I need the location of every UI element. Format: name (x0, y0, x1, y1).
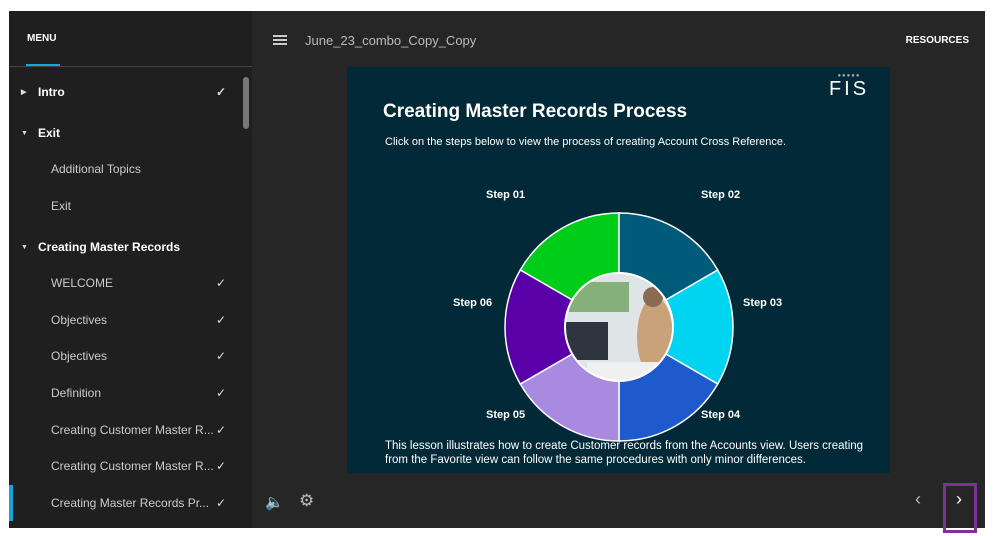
sidebar-item[interactable]: Creating Customer Master R... ✓ (9, 448, 241, 484)
sidebar-item[interactable]: Definition ✓ (9, 375, 241, 411)
sidebar-item-label: Objectives (51, 349, 108, 363)
sidebar-item[interactable]: Exit (9, 188, 241, 224)
sidebar-item-label: WELCOME (51, 276, 114, 290)
sidebar-item-label: Objectives (51, 313, 108, 327)
step-3-label[interactable]: Step 03 (743, 297, 782, 309)
check-icon: ✓ (216, 459, 227, 473)
sidebar-item[interactable]: Creating Customer Master R... ✓ (9, 412, 241, 448)
sidebar-section[interactable]: ▼ Exit (9, 115, 241, 151)
slide-content: ●●●●● FIS Creating Master Records Proces… (347, 67, 890, 473)
caret-right-icon: ▶ (21, 89, 27, 96)
sidebar-item-label: Creating Master Records Pr... (51, 496, 210, 510)
sidebar-item[interactable]: Objectives ✓ (9, 338, 241, 374)
sidebar-item-label: Exit (51, 199, 72, 213)
check-icon: ✓ (216, 423, 227, 437)
sidebar-scrollbar[interactable] (243, 77, 249, 129)
sidebar-item-label: Creating Customer Master R... (51, 459, 214, 473)
step-5-label[interactable]: Step 05 (486, 409, 525, 421)
check-icon: ✓ (216, 496, 227, 510)
sidebar-item[interactable]: WELCOME ✓ (9, 265, 241, 301)
next-button[interactable]: › (956, 489, 962, 510)
sidebar-menu: MENU ▶ Intro ✓ ▼ Exit Additional Topics Exit ▼ C… (9, 11, 252, 528)
course-player: MENU ▶ Intro ✓ ▼ Exit Additional Topics Exit ▼ C… (9, 11, 985, 533)
step-1-label[interactable]: Step 01 (486, 189, 525, 201)
hamburger-menu-icon[interactable] (273, 35, 287, 45)
sidebar-item-label: Additional Topics (51, 162, 141, 176)
step-4-label[interactable]: Step 04 (701, 409, 740, 421)
check-icon: ✓ (216, 313, 227, 327)
course-title: June_23_combo_Copy_Copy (305, 33, 477, 48)
step-2-label[interactable]: Step 02 (701, 189, 740, 201)
sidebar-section[interactable]: ▼ Creating Master Records (9, 229, 241, 265)
process-donut (504, 212, 734, 442)
sidebar-item[interactable]: Additional Topics (9, 151, 241, 187)
previous-button[interactable]: ‹ (915, 489, 921, 510)
check-icon: ✓ (216, 85, 227, 99)
step-6-label[interactable]: Step 06 (453, 297, 492, 309)
settings-gear-icon[interactable]: ⚙ (299, 491, 314, 511)
sidebar-item[interactable]: Creating Master Records Pr... ✓ (9, 485, 241, 521)
divider (9, 66, 252, 67)
slide-footer-text: This lesson illustrates how to create Cu… (385, 440, 864, 466)
sidebar-item[interactable]: Objectives ✓ (9, 302, 241, 338)
sidebar-item-label: Definition (51, 386, 102, 400)
check-icon: ✓ (216, 276, 227, 290)
resources-button[interactable]: RESOURCES (906, 35, 969, 46)
audio-icon[interactable]: 🔈 (265, 493, 284, 511)
sidebar-item-label: Intro (38, 85, 65, 99)
sidebar-item-label: Creating Master Records (38, 240, 181, 254)
sidebar-item-label: Exit (38, 126, 61, 140)
tab-menu[interactable]: MENU (27, 33, 56, 44)
check-icon: ✓ (216, 349, 227, 363)
sidebar-section[interactable]: ▶ Intro ✓ (9, 74, 241, 110)
caret-down-icon: ▼ (21, 129, 28, 137)
caret-down-icon: ▼ (21, 243, 28, 251)
check-icon: ✓ (216, 386, 227, 400)
sidebar-item-label: Creating Customer Master R... (51, 423, 214, 437)
